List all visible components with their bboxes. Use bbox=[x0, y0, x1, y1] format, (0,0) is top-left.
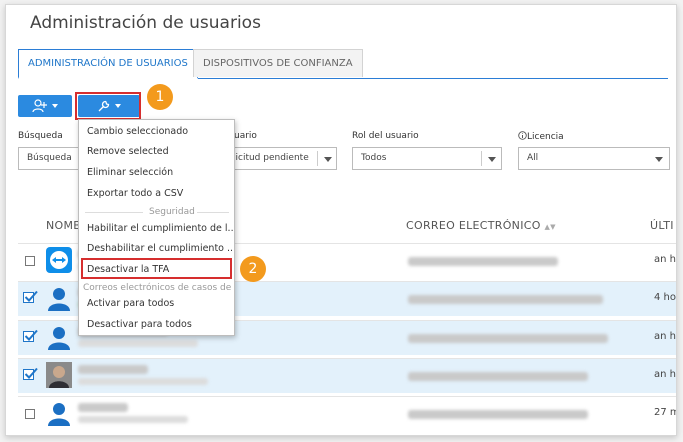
user-sub-redacted bbox=[78, 378, 208, 385]
user-name-redacted bbox=[78, 365, 148, 374]
checked-checkbox-icon[interactable] bbox=[23, 329, 38, 343]
role-filter-value: Todos bbox=[361, 153, 387, 163]
menu-section-email: Correos electrónicos de casos de s bbox=[83, 283, 234, 293]
tools-dropdown-menu: Cambio seleccionado Remove selected Elim… bbox=[78, 119, 235, 336]
email-redacted bbox=[408, 410, 588, 419]
chevron-down-icon bbox=[324, 157, 332, 162]
menu-item-disable-all[interactable]: Desactivar para todos bbox=[79, 315, 234, 335]
tfa-highlight-box bbox=[81, 258, 232, 279]
menu-item-export-csv[interactable]: Exportar todo a CSV bbox=[79, 184, 234, 204]
row-checkbox[interactable] bbox=[25, 256, 35, 266]
menu-item-remove-selected[interactable]: Remove selected bbox=[79, 142, 234, 162]
checked-checkbox-icon[interactable] bbox=[23, 367, 38, 381]
menu-item-disable-compliance[interactable]: Deshabilitar el cumplimiento ... bbox=[79, 239, 234, 259]
email-redacted bbox=[408, 372, 588, 381]
email-redacted bbox=[408, 257, 558, 266]
chevron-down-icon bbox=[488, 157, 496, 162]
menu-item-enable-all[interactable]: Activar para todos bbox=[79, 294, 234, 314]
teamviewer-logo bbox=[46, 247, 72, 273]
user-sub-redacted bbox=[78, 340, 198, 347]
license-filter-label: Licencia bbox=[518, 131, 564, 142]
tab-user-admin[interactable]: ADMINISTRACIÓN DE USUARIOS bbox=[18, 49, 198, 79]
column-header-email[interactable]: CORREO ELECTRÓNICO ▲▼ bbox=[406, 219, 556, 232]
add-user-button[interactable] bbox=[18, 95, 72, 117]
row-checkbox[interactable] bbox=[25, 409, 35, 419]
last-login: an hou bbox=[654, 369, 676, 380]
column-header-last-login[interactable]: ÚLTI bbox=[650, 219, 674, 232]
chevron-down-icon bbox=[655, 157, 663, 162]
status-filter-select[interactable]: licitud pendiente bbox=[226, 147, 337, 170]
role-filter-label: Rol del usuario bbox=[352, 131, 419, 141]
page-title: Administración de usuarios bbox=[30, 13, 261, 33]
menu-item-change-selected[interactable]: Cambio seleccionado bbox=[79, 122, 234, 142]
status-filter-value: licitud pendiente bbox=[233, 153, 309, 163]
table-row[interactable]: an hou bbox=[18, 358, 676, 393]
add-user-icon bbox=[32, 99, 47, 113]
sort-icon: ▲▼ bbox=[544, 223, 556, 231]
user-name-redacted bbox=[78, 403, 128, 412]
status-filter-label: uario bbox=[234, 131, 257, 141]
search-label: Búsqueda bbox=[18, 131, 63, 141]
license-filter-value: All bbox=[527, 153, 539, 163]
last-login: 4 hou bbox=[654, 292, 676, 303]
checked-checkbox-icon[interactable] bbox=[23, 290, 38, 304]
role-filter-select[interactable]: Todos bbox=[352, 147, 502, 170]
search-input[interactable]: Búsqueda bbox=[18, 147, 80, 170]
callout-badge-2: 2 bbox=[240, 256, 266, 282]
menu-section-security: Seguridad bbox=[79, 205, 234, 219]
person-icon bbox=[48, 403, 70, 426]
callout-badge-1: 1 bbox=[147, 84, 173, 110]
user-sub-redacted bbox=[78, 416, 188, 423]
chevron-down-icon bbox=[52, 104, 58, 108]
menu-item-delete-selection[interactable]: Eliminar selección bbox=[79, 163, 234, 183]
last-login: 27 mi bbox=[654, 407, 676, 418]
person-icon bbox=[48, 327, 70, 350]
tab-bar: ADMINISTRACIÓN DE USUARIOS DISPOSITIVOS … bbox=[18, 49, 668, 79]
user-admin-window: Administración de usuarios ADMINISTRACIÓ… bbox=[5, 4, 677, 436]
table-row[interactable]: 27 mi bbox=[18, 396, 676, 431]
tools-highlight-box bbox=[75, 92, 141, 120]
last-login: an hou bbox=[654, 254, 676, 265]
email-redacted bbox=[408, 334, 608, 343]
info-icon bbox=[518, 131, 527, 140]
person-icon bbox=[48, 288, 70, 311]
last-login: an hou bbox=[654, 331, 676, 342]
user-photo bbox=[46, 362, 72, 388]
email-redacted bbox=[408, 295, 603, 304]
tab-trusted-devices[interactable]: DISPOSITIVOS DE CONFIANZA bbox=[193, 49, 363, 77]
menu-item-enable-compliance[interactable]: Habilitar el cumplimiento de l... bbox=[79, 219, 234, 239]
license-filter-select[interactable]: All bbox=[518, 147, 670, 170]
